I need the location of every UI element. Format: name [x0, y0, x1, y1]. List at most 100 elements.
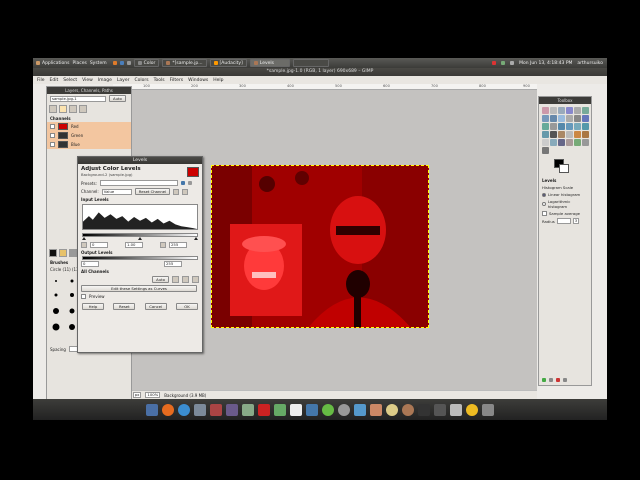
radio-icon[interactable] — [542, 192, 546, 197]
measure-tool-icon[interactable] — [574, 115, 581, 122]
channels-tab-icon[interactable] — [59, 105, 67, 113]
preview-checkbox[interactable] — [81, 294, 86, 299]
screenshot-icon[interactable] — [306, 403, 318, 416]
system-menu[interactable]: System — [90, 61, 107, 66]
log-hist-icon[interactable] — [182, 188, 189, 195]
dodge-burn-tool-icon[interactable] — [542, 147, 549, 154]
heal-tool-icon[interactable] — [574, 139, 581, 146]
paintbrush-tool-icon[interactable] — [582, 131, 589, 138]
pick-black-point-icon[interactable] — [172, 276, 179, 283]
eye-icon[interactable] — [50, 124, 55, 129]
add-preset-icon[interactable] — [180, 181, 185, 185]
pick-white-point-icon[interactable] — [192, 276, 199, 283]
firefox-icon[interactable] — [162, 403, 174, 416]
paths-tab-icon[interactable] — [69, 105, 77, 113]
eraser-tool-icon[interactable] — [542, 139, 549, 146]
places-menu[interactable]: Places — [73, 61, 87, 66]
menu-filters[interactable]: Filters — [170, 78, 184, 83]
gimp-icon[interactable] — [226, 403, 238, 416]
eye-icon[interactable] — [50, 133, 55, 138]
bucket-fill-tool-icon[interactable] — [558, 131, 565, 138]
android-icon[interactable] — [322, 403, 334, 416]
pidgin-icon[interactable] — [194, 403, 206, 416]
airbrush-tool-icon[interactable] — [550, 139, 557, 146]
auto-button[interactable]: Auto — [109, 95, 126, 102]
linear-option[interactable]: Linear histogram — [539, 191, 591, 198]
undo-tab-icon[interactable] — [79, 105, 87, 113]
output-high-field[interactable]: 255 — [164, 261, 182, 267]
foreground-select-tool-icon[interactable] — [542, 115, 549, 122]
channel-blue[interactable]: Blue — [47, 140, 131, 149]
reset-preset-icon[interactable] — [563, 378, 567, 382]
pencil-tool-icon[interactable] — [574, 131, 581, 138]
reset-button[interactable]: Reset — [113, 303, 136, 310]
record-icon[interactable] — [492, 60, 497, 65]
color-picker-tool-icon[interactable] — [558, 115, 565, 122]
auto-levels-button[interactable]: Auto — [152, 276, 169, 283]
smiley-icon[interactable] — [386, 403, 398, 416]
camera-icon[interactable] — [338, 403, 350, 416]
black-point-handle[interactable] — [82, 237, 86, 240]
preset-menu-icon[interactable] — [187, 181, 192, 185]
calendar-icon[interactable] — [354, 403, 366, 416]
align-tool-icon[interactable] — [542, 123, 549, 130]
text-tool-icon[interactable] — [550, 131, 557, 138]
settings-icon[interactable] — [482, 403, 494, 416]
task-levels[interactable]: Levels — [249, 59, 290, 67]
scissors-tool-icon[interactable] — [582, 107, 589, 114]
eye-icon[interactable] — [50, 142, 55, 147]
chrome-icon[interactable] — [178, 403, 190, 416]
lasso-tool-icon[interactable] — [558, 107, 565, 114]
applications-menu[interactable]: Applications — [36, 61, 70, 66]
crop-tool-icon[interactable] — [550, 123, 557, 130]
checkbox-icon[interactable] — [542, 211, 547, 216]
firefox-icon[interactable] — [112, 61, 117, 65]
monitor-icon[interactable] — [418, 403, 430, 416]
background-color-swatch[interactable] — [559, 164, 569, 173]
channel-green[interactable]: Green — [47, 131, 131, 140]
channel-combo[interactable]: Value — [101, 188, 132, 195]
help-button[interactable]: Help — [82, 303, 104, 310]
menu-image[interactable]: Image — [98, 78, 112, 83]
rect-select-tool-icon[interactable] — [542, 107, 549, 114]
ink-tool-icon[interactable] — [558, 139, 565, 146]
presets-combo[interactable] — [99, 180, 178, 186]
blend-tool-icon[interactable] — [566, 131, 573, 138]
trash-icon[interactable] — [450, 403, 462, 416]
gamma-field[interactable]: 1.00 — [125, 242, 143, 248]
task-sample[interactable]: *[sample.jp... — [162, 59, 207, 67]
fg-bg-colors[interactable] — [542, 159, 588, 175]
ok-button[interactable]: OK — [175, 303, 198, 310]
scale-tool-icon[interactable] — [566, 123, 573, 130]
task-color[interactable]: Color — [133, 59, 160, 67]
clone-tool-icon[interactable] — [566, 139, 573, 146]
preview-row[interactable]: Preview — [78, 293, 202, 300]
unit-select[interactable]: px — [132, 392, 142, 398]
menu-layer[interactable]: Layer — [117, 78, 130, 83]
menu-edit[interactable]: Edit — [50, 78, 59, 83]
delete-preset-icon[interactable] — [556, 378, 560, 382]
rotate-tool-icon[interactable] — [558, 123, 565, 130]
weather-icon[interactable] — [466, 403, 478, 416]
pick-gray-point-icon[interactable] — [182, 276, 189, 283]
panel-clock[interactable]: Mon Jun 13, 4:18:43 PM — [519, 61, 572, 66]
menu-windows[interactable]: Windows — [188, 78, 208, 83]
image-canvas-photo[interactable] — [211, 165, 429, 328]
zoom-tool-icon[interactable] — [566, 115, 573, 122]
gamma-handle[interactable] — [138, 237, 142, 240]
log-option[interactable]: Logarithmic histogram — [539, 198, 591, 210]
sample-average-option[interactable]: Sample average — [539, 210, 591, 217]
task-blank[interactable] — [292, 59, 329, 67]
gradient-icon[interactable] — [69, 249, 77, 257]
menu-file[interactable]: File — [37, 78, 45, 83]
menu-select[interactable]: Select — [63, 78, 77, 83]
fg-color-icon[interactable] — [49, 249, 57, 257]
panel-user[interactable]: arthursuiko — [577, 61, 603, 66]
menu-help[interactable]: Help — [213, 78, 223, 83]
music-icon[interactable] — [210, 403, 222, 416]
color-select-tool-icon[interactable] — [574, 107, 581, 114]
edit-as-curves-button[interactable]: Edit these Settings as Curves — [81, 285, 197, 292]
radio-icon[interactable] — [542, 202, 546, 206]
save-icon[interactable] — [146, 403, 158, 416]
zoom-select[interactable]: 100% — [145, 392, 161, 398]
